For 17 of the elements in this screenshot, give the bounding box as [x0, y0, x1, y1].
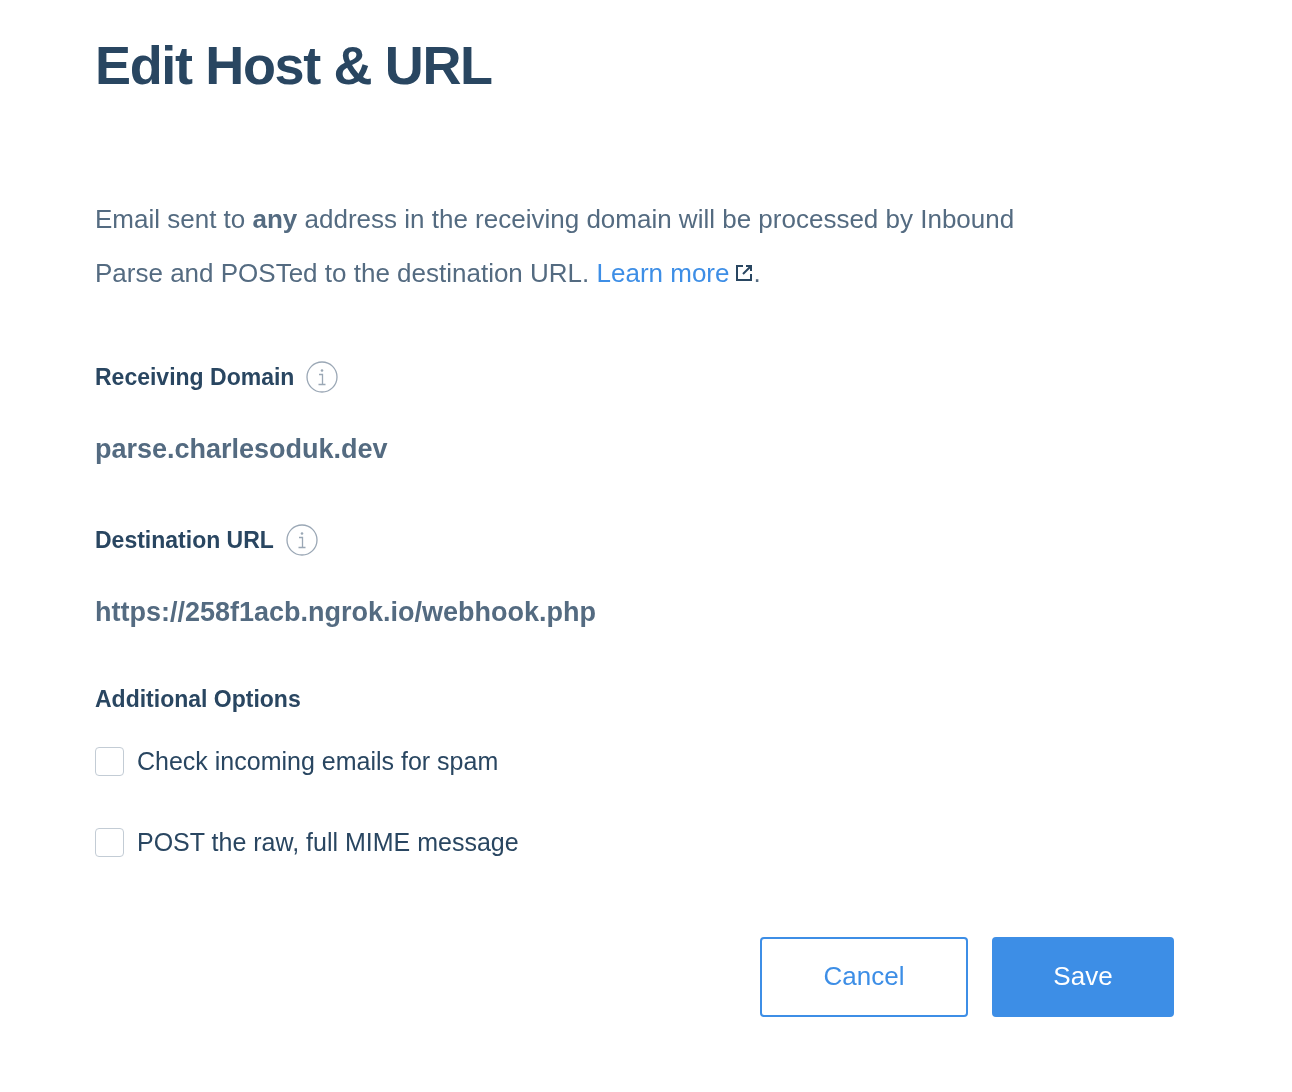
description-text: Email sent to any address in the receiving domain will be processed by Inbound Parse and POSTed to the destination URL. Learn more .	[95, 192, 1070, 300]
field-label: Destination URL	[95, 526, 274, 555]
info-icon[interactable]	[285, 524, 318, 557]
checkbox[interactable]	[95, 746, 124, 776]
field-label: Receiving Domain	[95, 363, 295, 392]
field-value: parse.charlesoduk.dev	[95, 432, 388, 466]
option-label: POST the raw, full MIME message	[137, 827, 519, 858]
option-label: Check incoming emails for spam	[137, 745, 499, 777]
cancel-button[interactable]: Cancel	[760, 936, 968, 1017]
learn-more-link[interactable]: Learn more	[596, 246, 754, 300]
options-heading: Additional Options	[95, 685, 301, 714]
field-value: https://258f1acb.ngrok.io/webhook.php	[95, 595, 597, 629]
external-link-icon	[733, 263, 754, 283]
info-icon[interactable]	[306, 361, 339, 394]
checkbox[interactable]	[95, 828, 124, 858]
save-button[interactable]: Save	[992, 936, 1174, 1017]
page-title: Edit Host & URL	[95, 34, 492, 97]
